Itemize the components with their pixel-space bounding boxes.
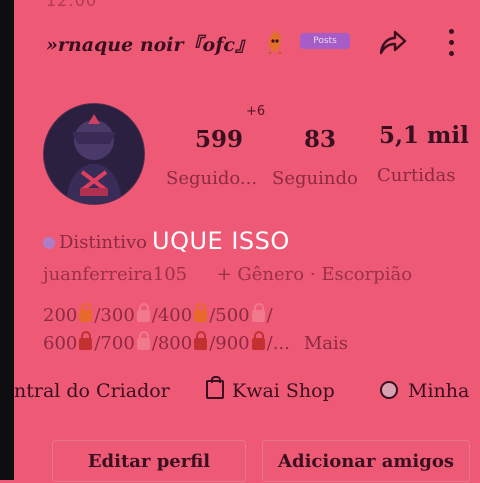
lock-icon <box>136 331 150 350</box>
more-vertical-icon <box>449 29 454 34</box>
zodiac-sign: Escorpião <box>321 264 413 285</box>
profile-avatar[interactable] <box>43 103 145 205</box>
share-button[interactable] <box>376 27 408 57</box>
distintivo-row[interactable]: Distintivo <box>43 232 147 253</box>
posts-badge[interactable]: Posts <box>300 33 350 49</box>
lock-icon <box>251 303 265 322</box>
status-bar: 12:00 <box>0 0 480 12</box>
more-options-button[interactable] <box>442 27 460 59</box>
info-separator: · <box>309 264 316 285</box>
followers-label[interactable]: Seguido... <box>166 168 257 189</box>
shopping-bag-icon <box>206 376 224 399</box>
profile-links-row: ntral do Criador Kwai Shop Minha <box>14 376 480 410</box>
creator-center-link[interactable]: ntral do Criador <box>14 380 170 402</box>
edit-profile-button[interactable]: Editar perfil <box>52 440 246 482</box>
status-time: 12:00 <box>46 0 98 10</box>
lock-icon <box>194 303 208 322</box>
lock-icon <box>136 303 150 322</box>
profile-handle: juanferreira105 <box>43 264 188 285</box>
add-friends-button[interactable]: Adicionar amigos <box>262 440 470 482</box>
lock-icon <box>79 331 93 350</box>
lock-icon <box>194 331 208 350</box>
add-gender-link[interactable]: + Gênero <box>217 264 305 285</box>
bio-more-link[interactable]: Mais <box>304 333 348 354</box>
distintivo-label: Distintivo <box>59 232 148 253</box>
flame-character-icon <box>264 28 286 55</box>
badge-dot-icon <box>43 237 55 249</box>
profile-info-line: juanferreira105 + Gênero · Escorpião <box>43 264 412 285</box>
profile-header: »rnaque noir『ofc』 Posts <box>14 22 480 68</box>
following-count[interactable]: 83 <box>304 126 336 153</box>
badge-count: +6 <box>246 104 266 119</box>
followers-count[interactable]: 599 <box>195 126 243 153</box>
following-label[interactable]: Seguindo <box>272 168 358 189</box>
minha-link[interactable]: Minha <box>380 380 469 402</box>
kwai-shop-link[interactable]: Kwai Shop <box>206 376 335 402</box>
share-arrow-icon <box>379 30 407 55</box>
bio-tiers-line-2: 600/700/800/900/... Mais <box>43 331 349 354</box>
likes-count: 5,1 mil <box>379 122 469 149</box>
profile-username: »rnaque noir『ofc』 <box>46 34 254 56</box>
globe-icon <box>380 381 398 399</box>
lock-icon <box>79 303 93 322</box>
bio-tiers-line-1: 200/300/400/500/ <box>43 303 273 326</box>
lock-icon <box>251 331 265 350</box>
left-edge-bar <box>0 0 14 480</box>
video-caption-overlay: UQUE ISSO <box>152 227 290 255</box>
likes-label: Curtidas <box>377 165 456 186</box>
